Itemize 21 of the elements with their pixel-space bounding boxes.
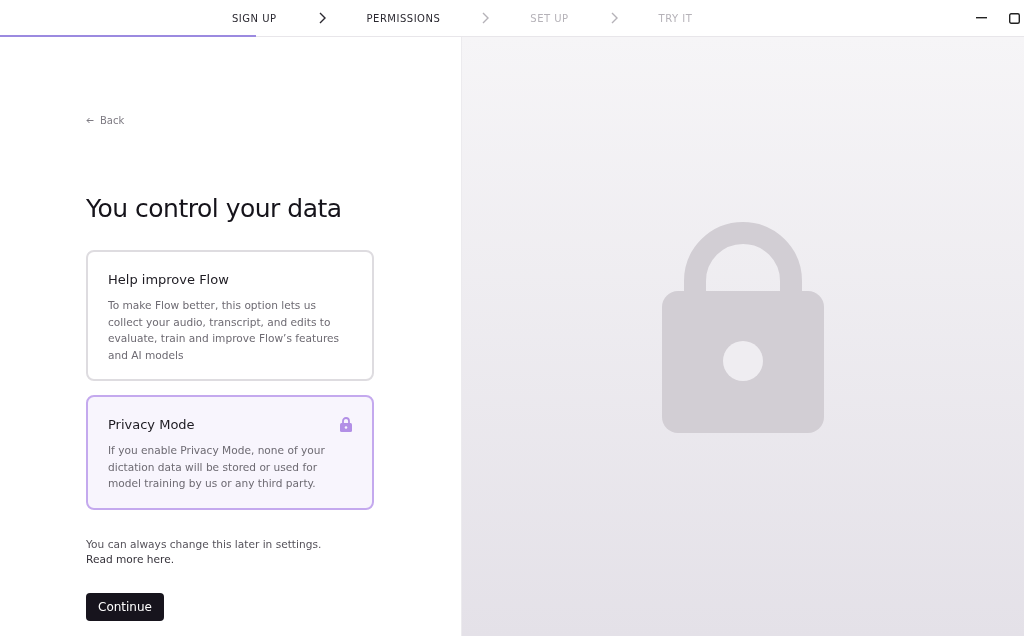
read-more-link[interactable]: Read more here. <box>86 552 175 565</box>
continue-button[interactable]: Continue <box>86 592 164 621</box>
step-label: TRY IT <box>658 12 693 24</box>
maximize-icon[interactable] <box>1009 12 1020 24</box>
lock-icon <box>340 417 352 432</box>
arrow-left-icon <box>86 117 94 124</box>
page-title: You control your data <box>86 194 343 223</box>
chevron-icon <box>480 12 491 24</box>
lock-icon <box>662 220 824 433</box>
option-description: If you enable Privacy Mode, none of your dictation data will be stored or used for model training by us or any third party. <box>108 443 326 491</box>
option-card[interactable]: Help improve Flow To make Flow better, this option lets us collect your audio, transcript, and edits to evaluate, train and improve Flow’s features and AI models <box>86 250 374 381</box>
option-description: To make Flow better, this option lets us collect your audio, transcript, and edits to evaluate, train and improve Flow’s features and AI models <box>108 298 341 363</box>
option-title: Help improve Flow <box>108 272 229 287</box>
step-label: SET UP <box>530 12 569 24</box>
step-label: SIGN UP <box>232 12 277 24</box>
option-title: Privacy Mode <box>108 417 195 432</box>
option-card[interactable]: Privacy Mode If you enable Privacy Mode, none of your dictation data will be stored or used for model training by us or any third party. <box>86 395 374 510</box>
step-label: PERMISSIONS <box>366 12 441 24</box>
settings-note: You can always change this later in settings. <box>86 537 323 550</box>
minimize-icon[interactable] <box>976 17 987 19</box>
back-link[interactable]: Back <box>86 115 125 126</box>
